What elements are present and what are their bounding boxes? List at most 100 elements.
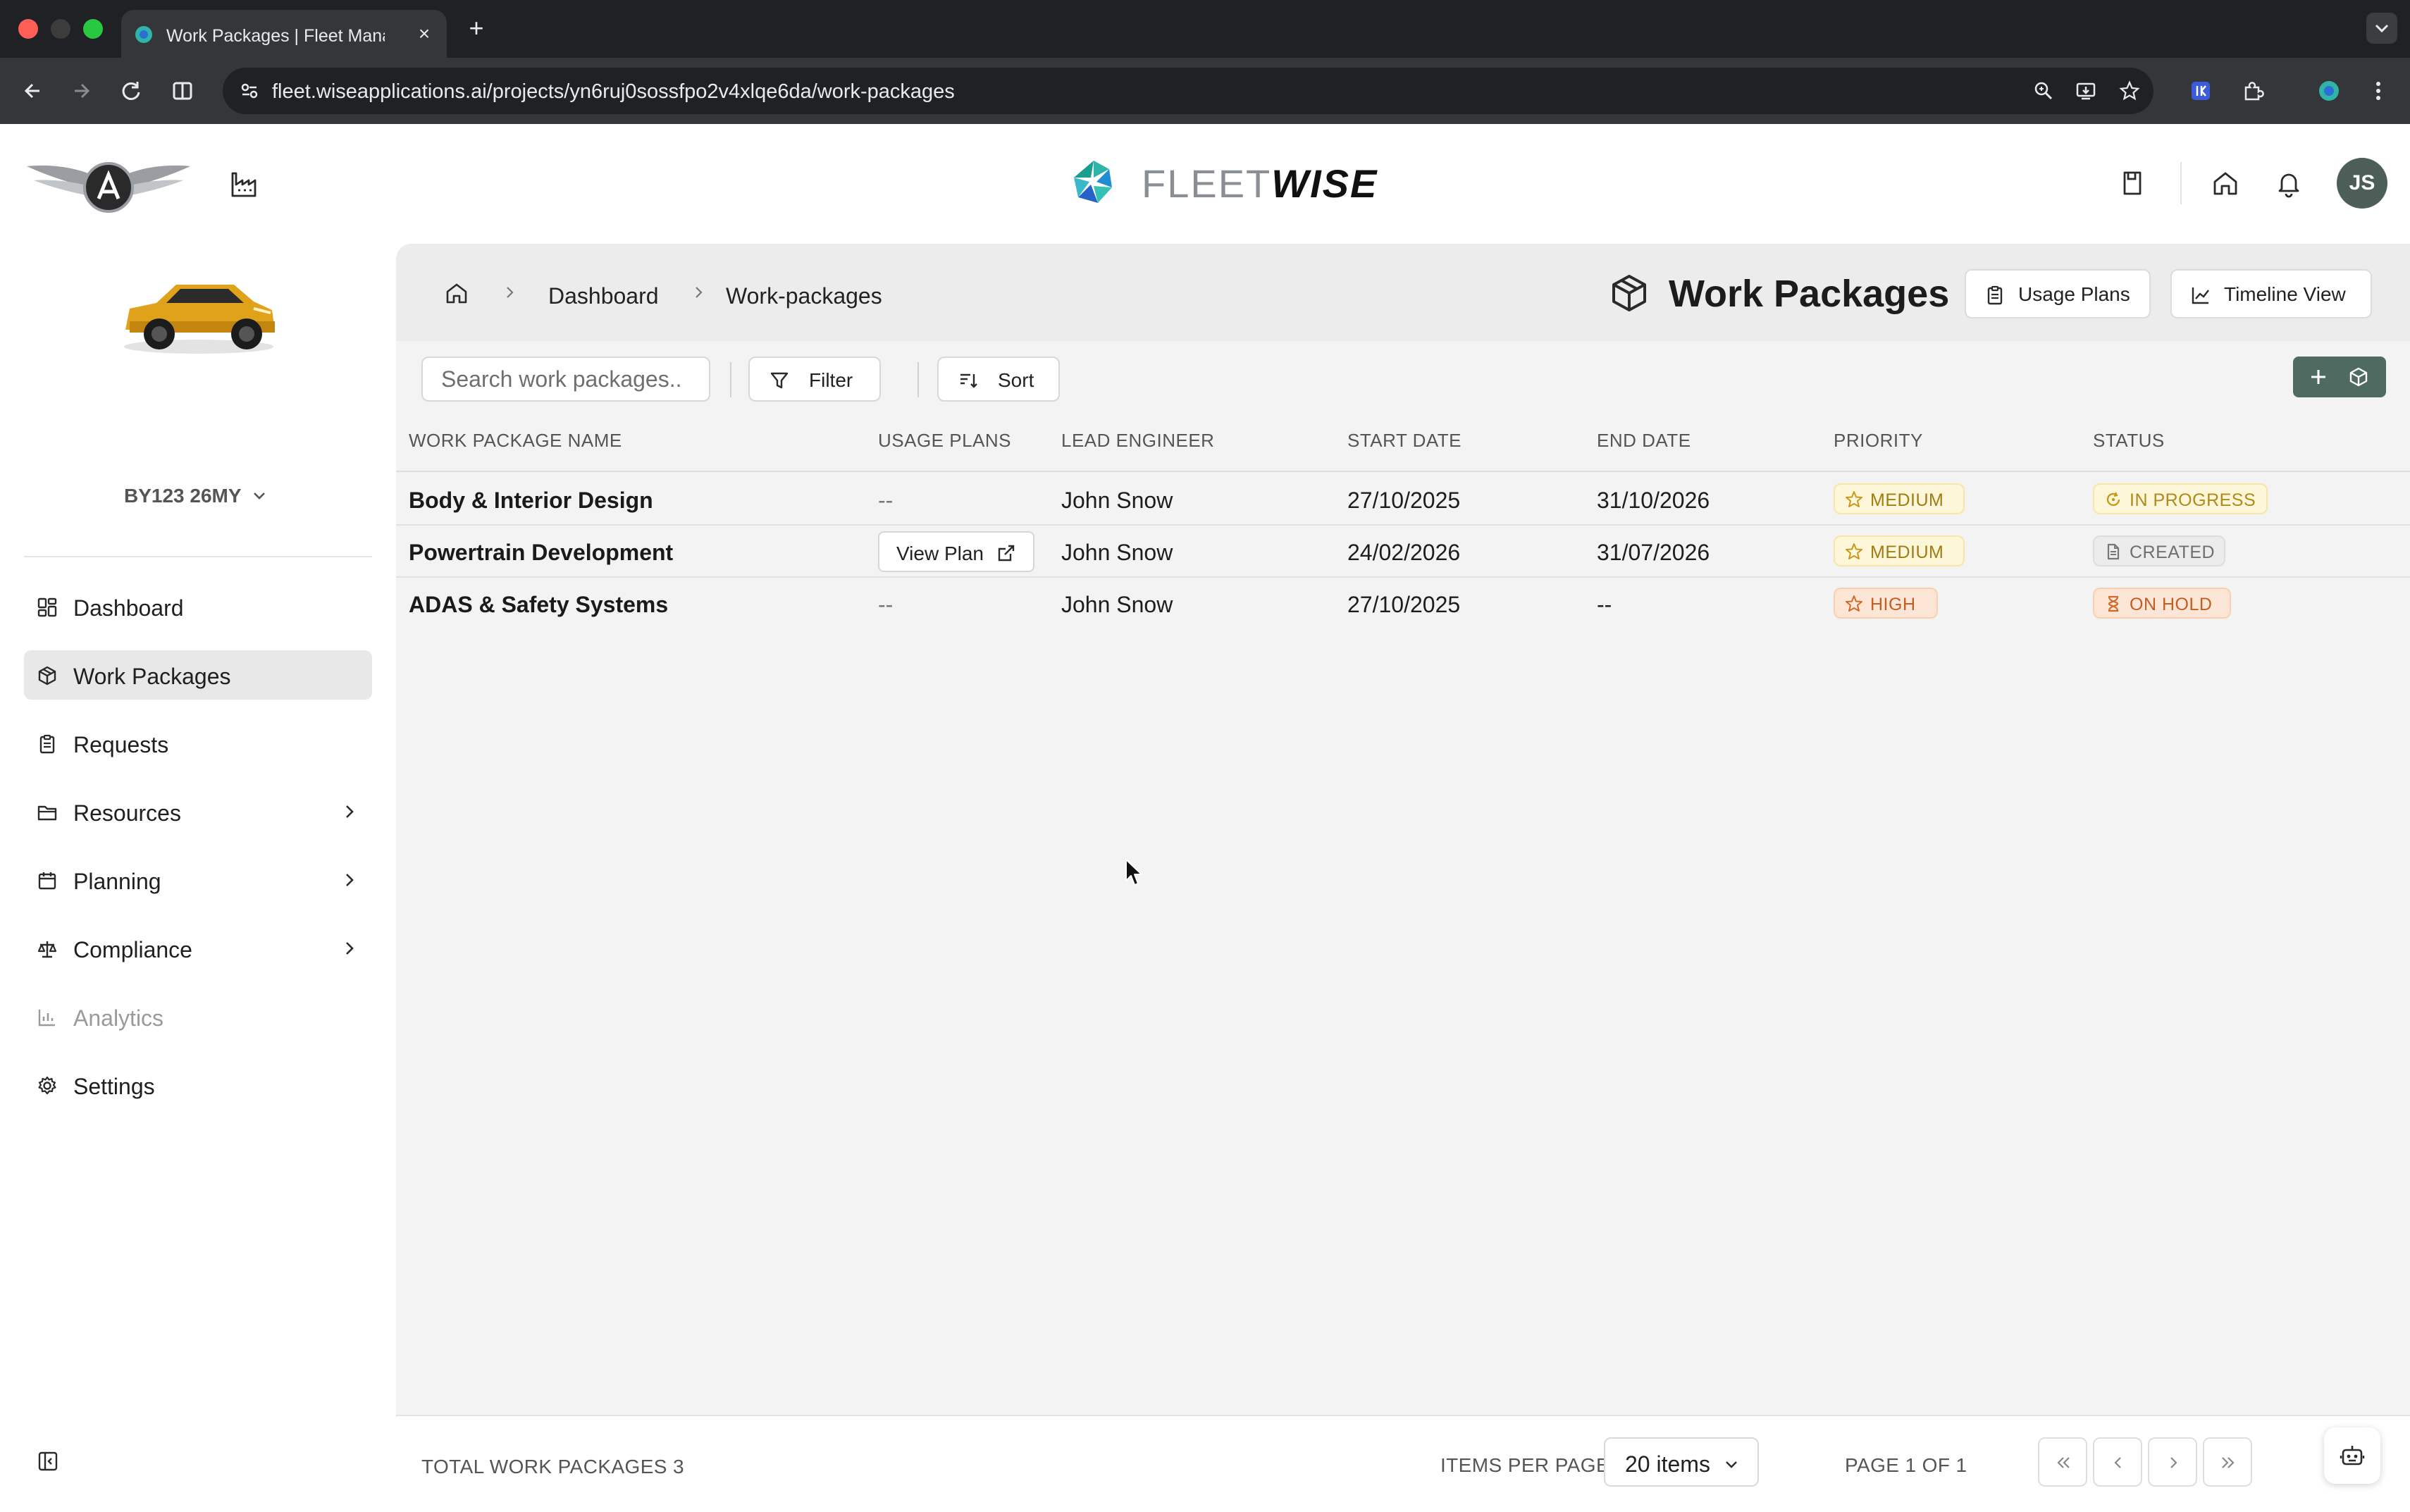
save-icon[interactable] (2117, 168, 2148, 199)
chevron-right-icon (2170, 1457, 2177, 1468)
folder-icon (37, 805, 57, 821)
progress-icon (2106, 492, 2120, 507)
sidebar-item-settings[interactable]: Settings (24, 1060, 372, 1110)
priority-label: HIGH (1870, 595, 1916, 614)
browser-tab-bar: Work Packages | Fleet Manag × + (0, 0, 2410, 58)
url-bar[interactable]: fleet.wiseapplications.ai/projects/yn6ru… (223, 68, 2153, 114)
filter-label: Filter (809, 369, 853, 391)
window-maximize-button[interactable] (83, 19, 103, 39)
status-badge: CREATED (2093, 535, 2225, 566)
previous-page-button[interactable] (2093, 1437, 2142, 1487)
sidebar-item-planning[interactable]: Planning (24, 855, 372, 905)
sidebar-item-dashboard[interactable]: Dashboard (24, 582, 372, 631)
view-plan-button[interactable]: View Plan (878, 531, 1034, 572)
browser-menu-icon[interactable] (2365, 78, 2392, 104)
sidebar-item-compliance[interactable]: Compliance (24, 924, 372, 973)
chevron-down-icon (2375, 24, 2389, 33)
sort-label: Sort (998, 369, 1034, 391)
breadcrumb-home-icon[interactable] (444, 280, 469, 306)
split-view-icon[interactable] (166, 75, 199, 107)
external-link-icon (998, 545, 1015, 562)
tab-search-button[interactable] (2366, 13, 2397, 44)
chevron-left-icon (2114, 1457, 2121, 1468)
next-page-button[interactable] (2148, 1437, 2197, 1487)
column-header-priority[interactable]: PRIORITY (1834, 430, 1923, 452)
column-header-lead-engineer[interactable]: LEAD ENGINEER (1061, 430, 1214, 452)
window-minimize-button[interactable] (51, 19, 70, 39)
zoom-icon[interactable] (2032, 80, 2055, 102)
sidebar-item-analytics[interactable]: Analytics (24, 992, 372, 1041)
items-per-page-value: 20 items (1625, 1451, 1710, 1477)
package-icon (2349, 367, 2368, 387)
timeline-view-button[interactable]: Timeline View (2170, 269, 2372, 318)
work-package-name[interactable]: Body & Interior Design (409, 488, 653, 514)
sidebar-collapse-icon[interactable] (37, 1450, 59, 1473)
new-tab-icon[interactable]: + (462, 14, 490, 42)
priority-label: MEDIUM (1870, 543, 1944, 562)
priority-label: MEDIUM (1870, 490, 1944, 510)
status-label: IN PROGRESS (2130, 490, 2256, 510)
column-header-name[interactable]: WORK PACKAGE NAME (409, 430, 622, 452)
start-date-cell: 27/10/2025 (1347, 592, 1461, 617)
vehicle-selector[interactable]: BY123 26MY (124, 485, 267, 507)
search-input[interactable] (421, 357, 710, 402)
home-icon[interactable] (2210, 168, 2241, 199)
end-date-cell: -- (1597, 592, 1612, 617)
browser-tab[interactable]: Work Packages | Fleet Manag × (121, 10, 447, 58)
work-package-name[interactable]: Powertrain Development (409, 540, 673, 566)
items-per-page-label: ITEMS PER PAGE (1440, 1454, 1610, 1476)
factory-icon[interactable] (228, 169, 259, 200)
bar-chart-icon (38, 1010, 55, 1027)
status-label: CREATED (2130, 543, 2216, 562)
profile-fleetwise-icon[interactable] (2316, 78, 2342, 104)
sidebar: BY123 26MY Dashboard Work Packages Reque… (0, 244, 396, 1512)
window-close-button[interactable] (18, 19, 38, 39)
extension-brand-icon[interactable] (2187, 78, 2214, 104)
filter-button[interactable]: Filter (748, 357, 881, 402)
priority-badge: MEDIUM (1834, 535, 1965, 566)
column-header-end-date[interactable]: END DATE (1597, 430, 1691, 452)
sidebar-item-label: Planning (73, 869, 161, 894)
sort-button[interactable]: Sort (937, 357, 1060, 402)
extensions-puzzle-icon[interactable] (2239, 78, 2266, 104)
install-app-icon[interactable] (2075, 80, 2097, 102)
bookmark-star-icon[interactable] (2118, 80, 2141, 102)
site-info-icon[interactable] (238, 80, 261, 102)
column-header-status[interactable]: STATUS (2093, 430, 2165, 452)
first-page-button[interactable] (2038, 1437, 2087, 1487)
user-avatar[interactable]: JS (2337, 158, 2387, 209)
priority-badge: HIGH (1834, 588, 1938, 619)
timeline-view-label: Timeline View (2224, 283, 2346, 305)
sidebar-item-work-packages[interactable]: Work Packages (24, 650, 372, 700)
table-row[interactable]: Body & Interior Design -- John Snow 27/1… (396, 473, 2410, 526)
sidebar-item-resources[interactable]: Resources (24, 787, 372, 836)
work-package-name[interactable]: ADAS & Safety Systems (409, 592, 668, 618)
start-date-cell: 27/10/2025 (1347, 488, 1461, 513)
last-page-button[interactable] (2203, 1437, 2252, 1487)
table-row[interactable]: ADAS & Safety Systems -- John Snow 27/10… (396, 578, 2410, 630)
sidebar-item-label: Settings (73, 1074, 155, 1099)
reload-icon[interactable] (116, 75, 148, 107)
page-title: Work Packages (1669, 273, 1950, 315)
breadcrumb-dashboard[interactable]: Dashboard (548, 283, 659, 309)
sidebar-item-label: Analytics (73, 1005, 164, 1031)
tab-close-icon[interactable]: × (413, 23, 435, 45)
forward-icon[interactable] (65, 75, 97, 107)
bell-icon[interactable] (2273, 168, 2304, 199)
column-header-start-date[interactable]: START DATE (1347, 430, 1462, 452)
sidebar-item-requests[interactable]: Requests (24, 719, 372, 768)
back-icon[interactable] (17, 75, 49, 107)
lead-engineer-cell: John Snow (1061, 488, 1173, 513)
company-wings-logo[interactable] (24, 154, 193, 217)
status-badge: ON HOLD (2093, 588, 2231, 619)
usage-plans-button[interactable]: Usage Plans (1965, 269, 2151, 318)
lead-engineer-cell: John Snow (1061, 540, 1173, 565)
chatbot-button[interactable] (2324, 1427, 2380, 1484)
toolbar-divider (917, 362, 919, 397)
table-row[interactable]: Powertrain Development View Plan John Sn… (396, 526, 2410, 578)
star-icon (1846, 595, 1862, 612)
add-work-package-button[interactable] (2293, 357, 2386, 397)
items-per-page-select[interactable]: 20 items (1604, 1437, 1759, 1487)
column-header-usage-plans[interactable]: USAGE PLANS (878, 430, 1011, 452)
calendar-icon (38, 872, 56, 890)
